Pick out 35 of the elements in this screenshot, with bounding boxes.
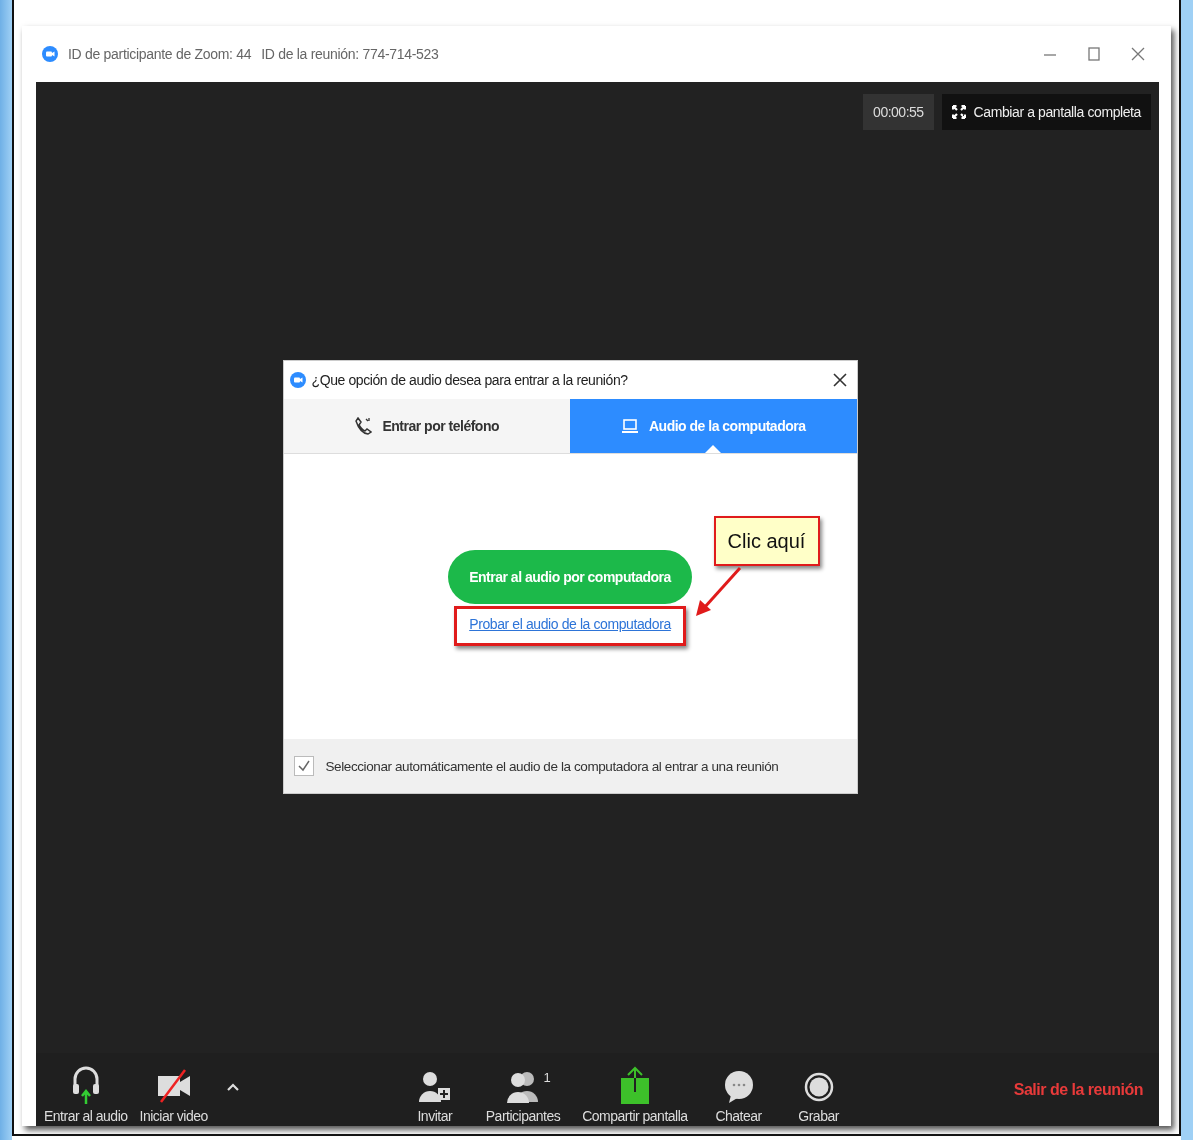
video-off-icon [156,1068,191,1104]
toolbar-button[interactable]: Compartir pantalla [576,1066,694,1126]
record-icon [803,1070,834,1104]
close-icon[interactable] [832,373,847,387]
zoom-logo-icon [289,372,306,388]
toolbar-button[interactable]: Grabar [783,1070,854,1126]
window-title: ID de la reunión: 774-714-523 [261,46,439,62]
toolbar-button[interactable]: Entrar al audio [38,1064,134,1126]
zoom-logo-icon [42,46,58,62]
caret-icon[interactable] [225,1082,240,1092]
toolbar-button[interactable]: Participantes 1 [479,1070,567,1126]
test-audio-link[interactable]: Probar el audio de la computadora [469,616,671,632]
phone-icon [354,417,373,435]
participant-count: 1 [543,1070,551,1085]
audio-tab[interactable]: Entrar por teléfono [283,399,570,453]
callout-note: Clic aquí [713,516,820,566]
toolbar-button[interactable]: Iniciar video [133,1068,214,1126]
chat-icon [722,1070,755,1104]
fullscreen-icon [951,105,966,119]
add-user-icon [418,1070,451,1104]
leave-meeting-button[interactable]: Salir de la reunión [1007,1079,1149,1100]
headphones-icon [70,1064,101,1104]
dialog-title: ¿Que opción de audio desea para entrar a la reunión? [311,372,628,388]
fullscreen-button[interactable]: Cambiar a pantalla completa [941,94,1151,130]
share-screen-icon [619,1066,650,1104]
window-title: ID de participante de Zoom: 44 [68,46,252,62]
auto-select-checkbox[interactable] [293,756,314,776]
toolbar-button[interactable]: Invitar [399,1070,470,1126]
toolbar-button[interactable]: Chatear [703,1070,774,1126]
meeting-timer: 00:00:55 [863,94,934,130]
pointer-arrow [693,566,744,618]
participants-icon [506,1070,540,1104]
tab-pointer-icon [705,445,722,453]
auto-select-label: Seleccionar automáticamente el audio de la computadora al entrar a una reunión [325,758,779,774]
laptop-icon [621,418,639,434]
